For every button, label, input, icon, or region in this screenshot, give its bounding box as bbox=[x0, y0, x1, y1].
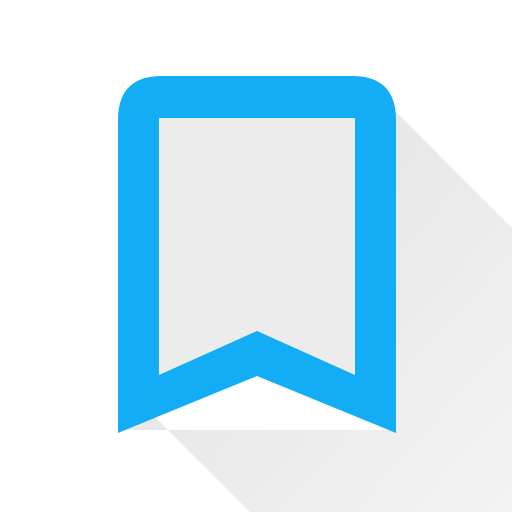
app-icon-canvas bbox=[0, 0, 512, 512]
bookmark-icon bbox=[118, 76, 512, 512]
